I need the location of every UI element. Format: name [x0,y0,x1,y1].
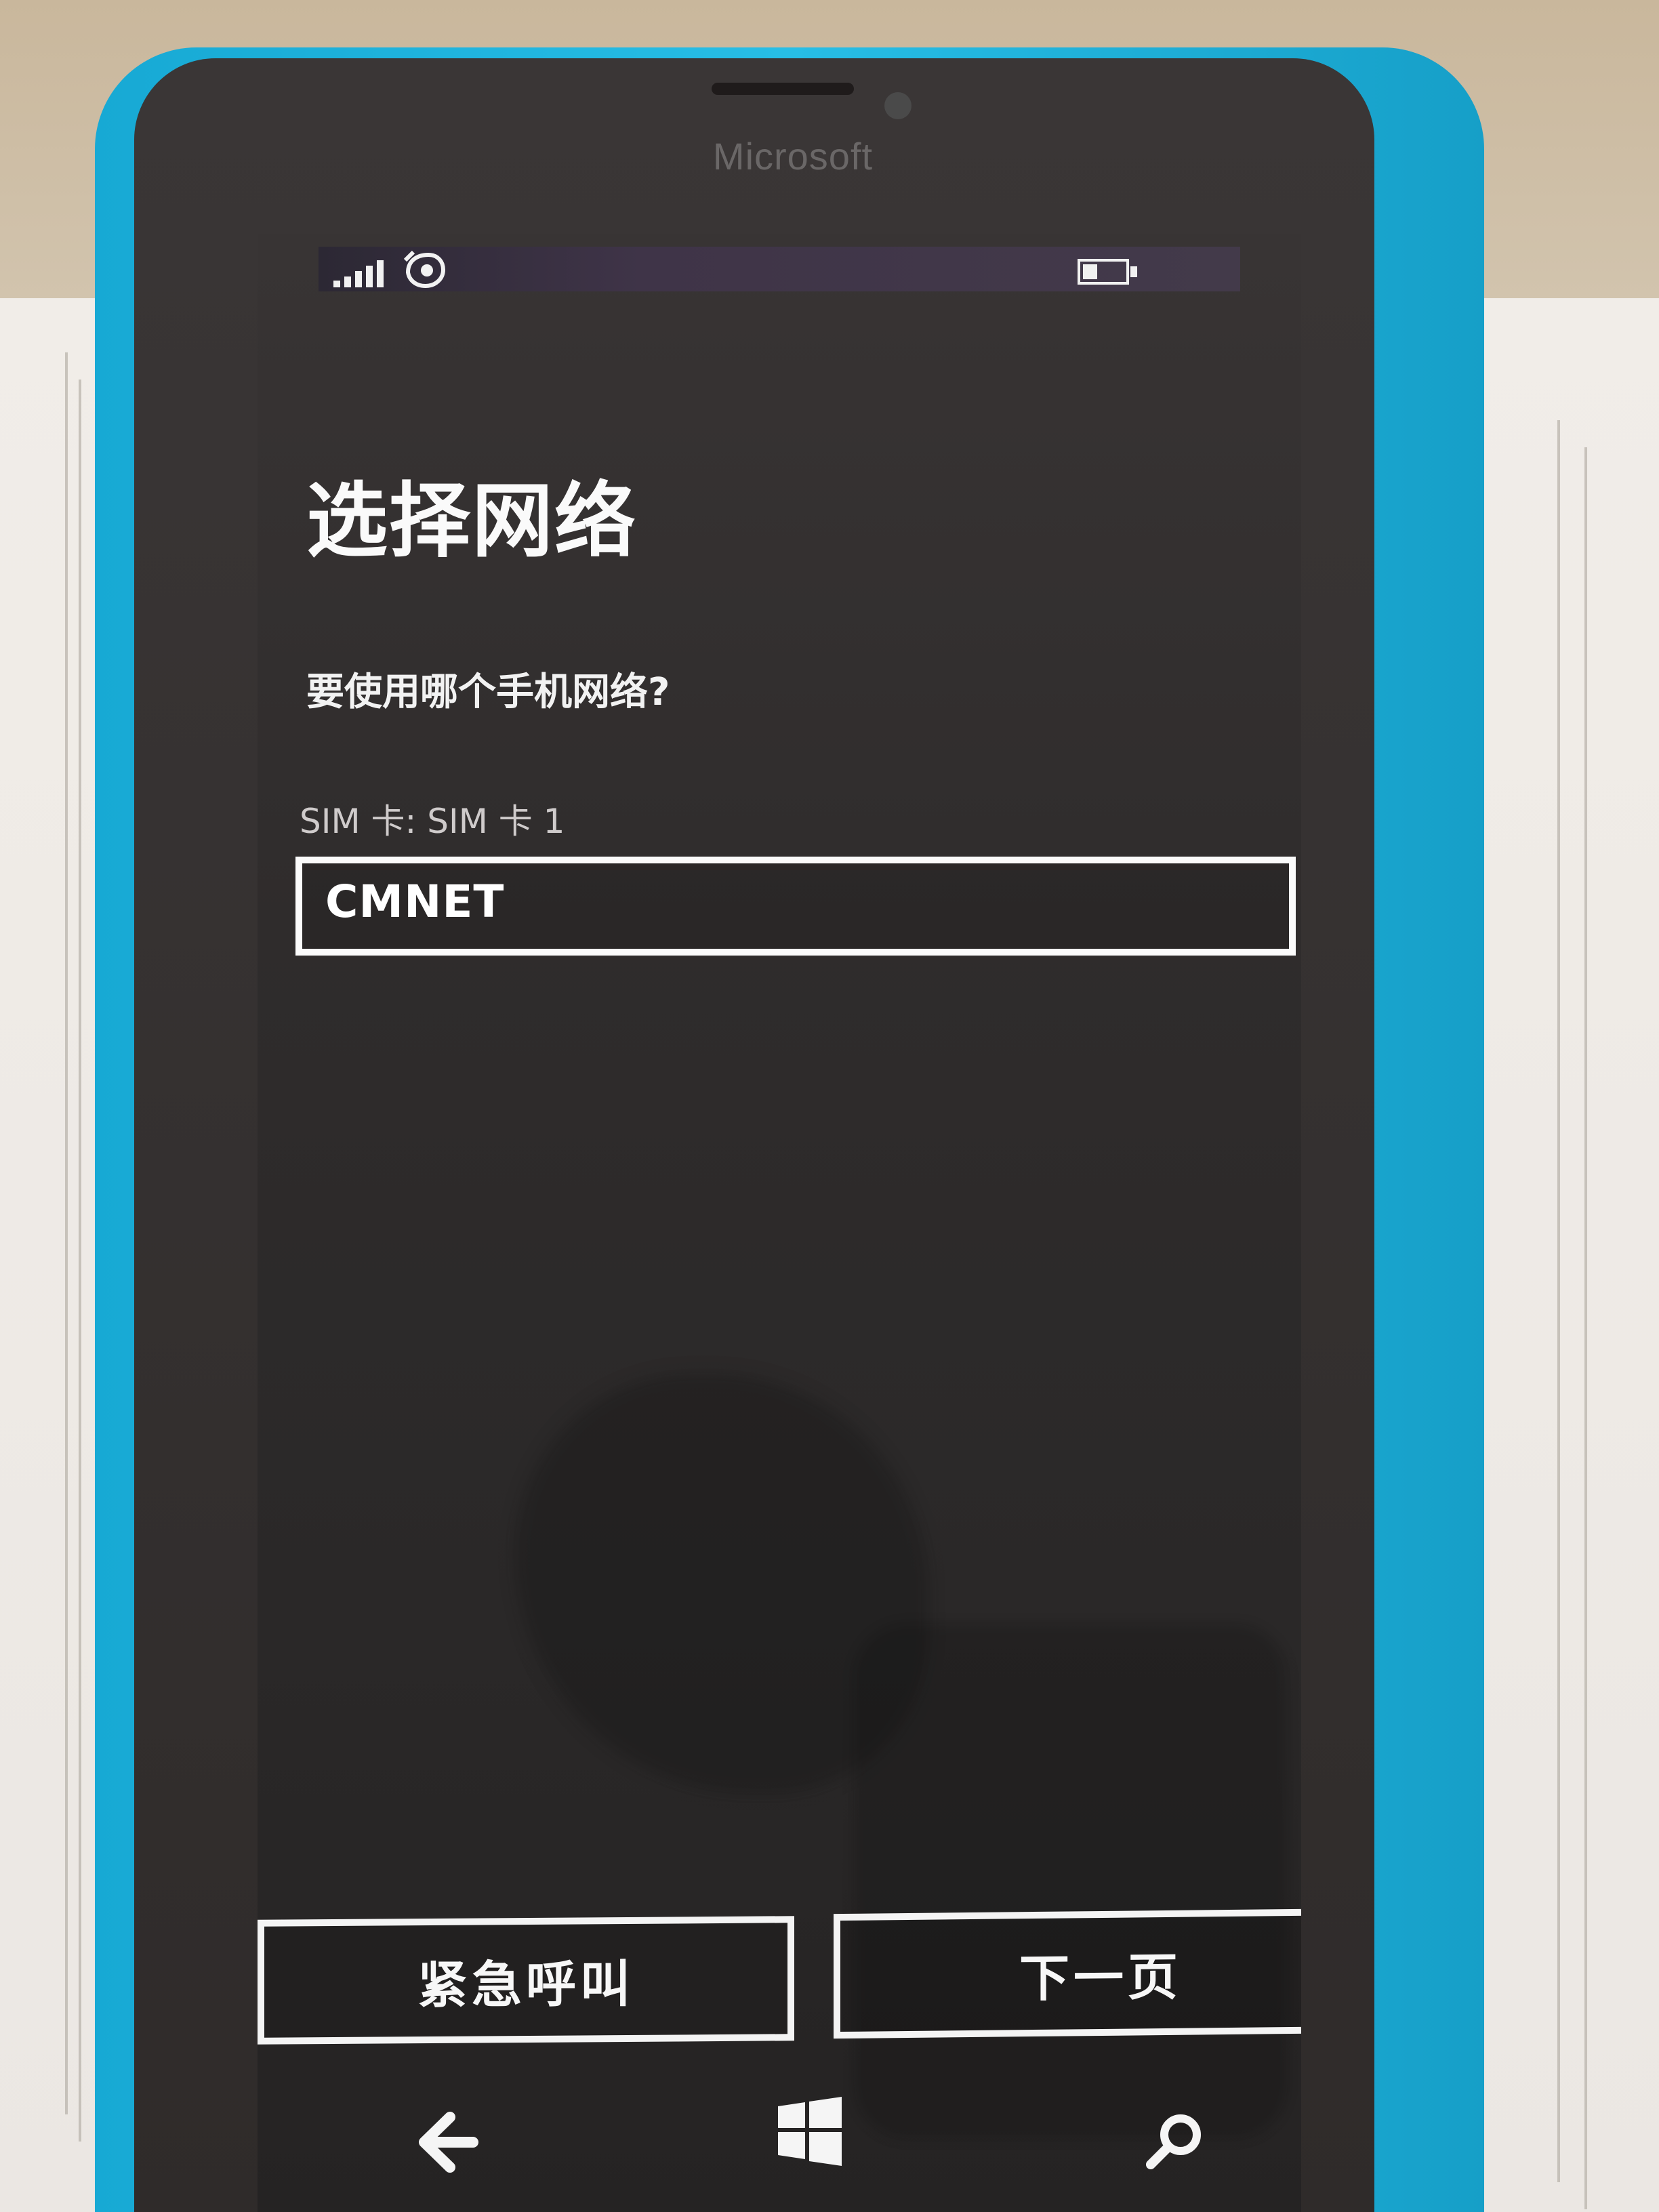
next-page-label: 下一页 [1019,1948,1182,2008]
battery-icon [1078,259,1140,285]
network-question: 要使用哪个手机网络? [306,670,670,714]
battery-fill [1083,264,1097,279]
screen-reflection [854,1624,1288,2139]
windows-start-icon[interactable] [773,2094,847,2169]
sim-card-label: SIM 卡: SIM 卡 1 [300,802,565,841]
next-page-button[interactable]: 下一页 [834,1908,1301,2039]
photo-scene: Microsoft 选择网络 要使用哪个手机网络? SIM 卡: SIM 卡 1… [0,0,1659,2212]
search-icon[interactable] [1139,2104,1213,2178]
network-selector[interactable]: CMNET [295,857,1296,956]
front-camera [884,92,912,119]
page-title: 选择网络 [306,474,637,569]
earpiece-speaker [712,83,854,95]
emergency-call-button[interactable]: 紧急呼叫 [258,1916,794,2045]
signal-strength-icon [333,259,394,287]
emergency-call-label: 紧急呼叫 [417,1954,634,2015]
phone-screen: 选择网络 要使用哪个手机网络? SIM 卡: SIM 卡 1 CMNET 紧急呼… [258,234,1301,2212]
back-arrow-icon[interactable] [411,2105,485,2179]
mobile-data-icon [403,250,446,289]
device-brand-logo: Microsoft [712,135,874,178]
network-selector-value: CMNET [325,876,505,928]
